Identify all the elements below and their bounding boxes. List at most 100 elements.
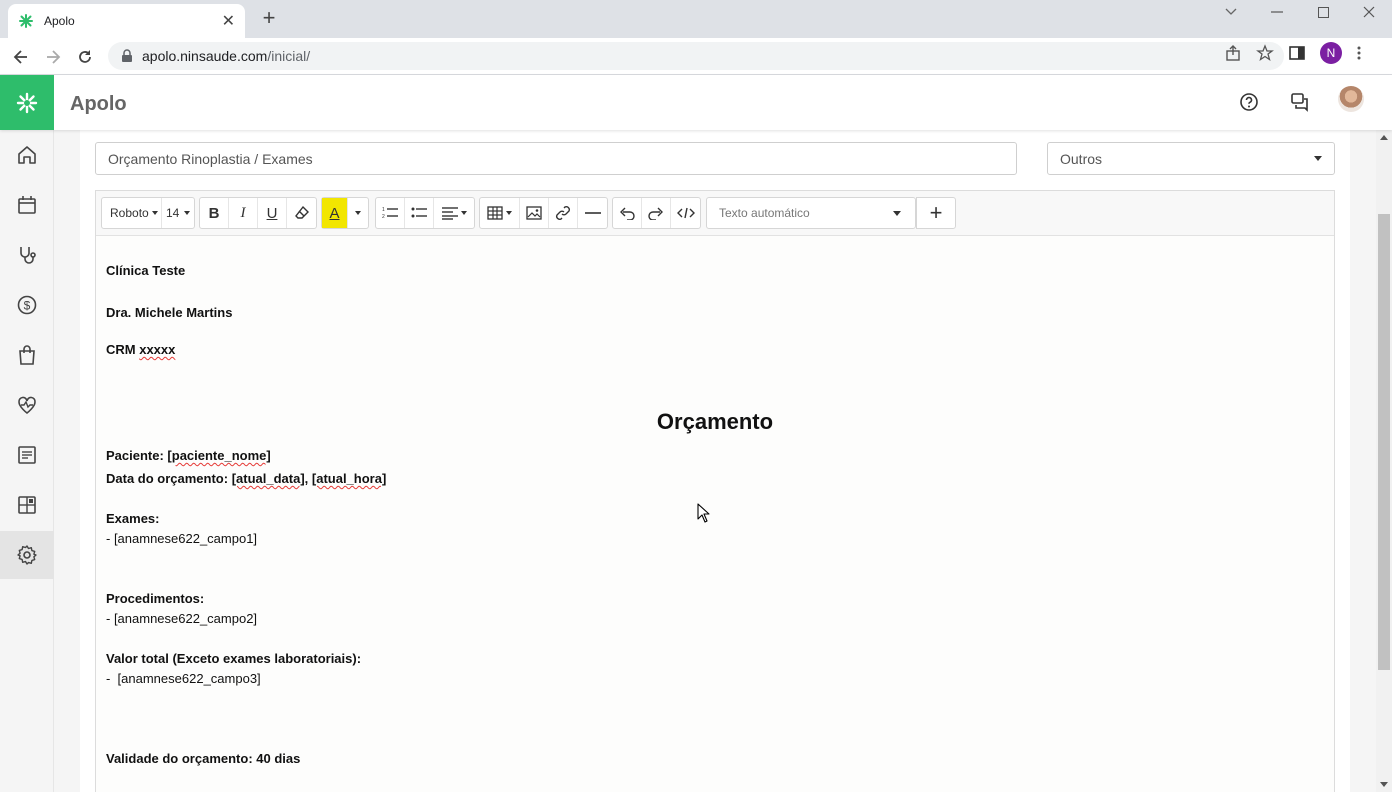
sidebar-item-dashboard[interactable]: [0, 481, 54, 529]
exams-label: Exames:: [106, 511, 160, 526]
align-dropdown-button[interactable]: [434, 198, 474, 228]
sidebar-item-home[interactable]: [0, 131, 54, 179]
history-group: [612, 197, 701, 229]
sidebar: $: [0, 130, 54, 792]
side-panel-icon[interactable]: [1288, 44, 1306, 62]
template-type-value: Outros: [1060, 150, 1103, 167]
help-icon[interactable]: [1237, 90, 1261, 114]
image-icon: [526, 206, 542, 220]
scroll-up-arrow-icon[interactable]: [1380, 135, 1388, 140]
mouse-cursor-icon: [697, 503, 710, 523]
close-tab-icon[interactable]: ✕: [222, 11, 235, 31]
tab-search-icon[interactable]: [1208, 0, 1254, 24]
align-left-icon: [441, 207, 458, 220]
undo-icon: [620, 207, 635, 220]
page-scrollbar[interactable]: [1376, 130, 1392, 792]
add-auto-text-button[interactable]: +: [916, 197, 956, 229]
crm-line: CRM xxxxx: [106, 342, 176, 357]
tab-title: Apolo: [44, 14, 75, 28]
rich-text-editor: Roboto 14 B I U A 12 Texto automático + …: [95, 190, 1335, 792]
scrollbar-thumb[interactable]: [1378, 214, 1390, 670]
font-family-dropdown[interactable]: Roboto: [102, 198, 162, 228]
sidebar-item-attendance[interactable]: [0, 231, 54, 279]
user-avatar[interactable]: [1338, 86, 1364, 112]
stethoscope-icon: [20, 247, 36, 264]
link-icon: [556, 206, 570, 220]
doctor-name: Dra. Michele Martins: [106, 305, 233, 320]
color-group: A: [321, 197, 369, 229]
heart-pulse-icon: [18, 396, 36, 415]
clinic-name: Clínica Teste: [106, 263, 186, 278]
sidebar-item-sales[interactable]: [0, 331, 54, 379]
forward-button[interactable]: [40, 44, 66, 70]
horizontal-rule-button[interactable]: [578, 198, 607, 228]
browser-tab-bar: Apolo ✕ +: [0, 0, 1392, 38]
font-size-dropdown[interactable]: 14: [162, 198, 194, 228]
minimize-button[interactable]: [1254, 0, 1300, 24]
list-group: 12: [375, 197, 475, 229]
ordered-list-button[interactable]: 12: [376, 198, 405, 228]
redo-icon: [648, 207, 663, 220]
new-tab-button[interactable]: +: [258, 7, 280, 30]
profile-avatar[interactable]: N: [1320, 42, 1342, 64]
scroll-down-arrow-icon[interactable]: [1380, 782, 1388, 787]
document-heading: Orçamento: [656, 409, 774, 434]
svg-text:2: 2: [382, 214, 385, 220]
home-icon: [18, 146, 36, 164]
redo-button[interactable]: [642, 198, 671, 228]
auto-text-placeholder: Texto automático: [719, 206, 810, 220]
browser-tab[interactable]: Apolo ✕: [8, 4, 245, 38]
editor-toolbar: Roboto 14 B I U A 12 Texto automático +: [96, 191, 1334, 236]
color-dropdown-button[interactable]: [348, 198, 368, 228]
auto-text-select[interactable]: Texto automático: [706, 197, 916, 229]
sidebar-item-health[interactable]: [0, 381, 54, 429]
text-color-button[interactable]: A: [322, 198, 348, 228]
total-value: - [anamnese622_campo3]: [106, 671, 261, 686]
undo-button[interactable]: [613, 198, 642, 228]
eraser-button[interactable]: [287, 198, 316, 228]
bullet-list-button[interactable]: [405, 198, 434, 228]
svg-text:1: 1: [382, 207, 385, 213]
underline-button[interactable]: U: [258, 198, 287, 228]
italic-button[interactable]: I: [229, 198, 258, 228]
url-text: apolo.ninsaude.com/inicial/: [142, 48, 310, 64]
editor-content[interactable]: Clínica Teste Dra. Michele Martins CRM x…: [96, 236, 1334, 792]
apolo-logo-icon: [16, 92, 38, 113]
eraser-icon: [294, 205, 309, 219]
exams-value: - [anamnese622_campo1]: [106, 531, 258, 546]
code-view-button[interactable]: [671, 198, 700, 228]
app-logo[interactable]: [0, 75, 54, 130]
browser-toolbar: apolo.ninsaude.com/inicial/ N: [0, 38, 1392, 75]
browser-menu-icon[interactable]: [1356, 45, 1362, 61]
calendar-icon: [18, 196, 36, 214]
font-family-value: Roboto: [110, 206, 149, 220]
address-bar[interactable]: apolo.ninsaude.com/inicial/: [108, 42, 1284, 70]
insert-link-button[interactable]: [549, 198, 578, 228]
settings-icon: [17, 545, 37, 565]
table-dropdown-button[interactable]: [480, 198, 520, 228]
template-type-select[interactable]: Outros: [1047, 142, 1335, 175]
close-window-button[interactable]: [1346, 0, 1392, 24]
bookmark-star-icon[interactable]: [1256, 44, 1274, 62]
back-button[interactable]: [8, 44, 34, 70]
sidebar-item-agenda[interactable]: [0, 181, 54, 229]
insert-group: [479, 197, 608, 229]
chat-icon[interactable]: [1288, 90, 1312, 114]
bold-button[interactable]: B: [200, 198, 229, 228]
main-content: Orçamento Rinoplastia / Exames Outros Ro…: [54, 130, 1376, 792]
reload-button[interactable]: [72, 44, 98, 70]
svg-text:$: $: [24, 299, 31, 313]
sidebar-item-reports[interactable]: [0, 431, 54, 479]
maximize-button[interactable]: [1300, 0, 1346, 24]
date-line: Data do orçamento: [atual_data], [atual_…: [106, 471, 387, 486]
dashboard-icon: [18, 496, 36, 514]
url-host: apolo.ninsaude.com: [142, 48, 268, 64]
template-name-input[interactable]: Orçamento Rinoplastia / Exames: [95, 142, 1017, 175]
sidebar-item-financial[interactable]: $: [0, 281, 54, 329]
font-group: Roboto 14: [101, 197, 195, 229]
share-icon[interactable]: [1224, 44, 1242, 62]
sidebar-item-settings[interactable]: [0, 531, 54, 579]
chevron-down-icon: [1314, 156, 1322, 161]
font-size-value: 14: [166, 206, 180, 220]
insert-image-button[interactable]: [520, 198, 549, 228]
